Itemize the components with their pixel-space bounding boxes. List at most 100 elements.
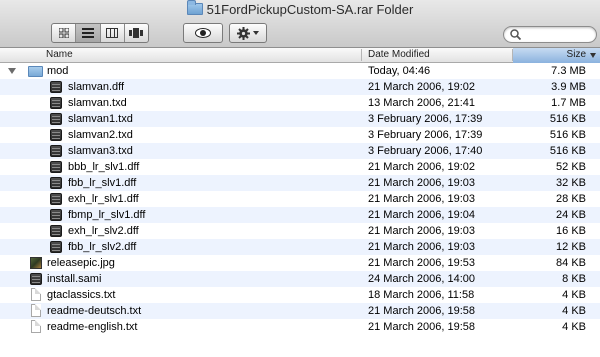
list-item[interactable]: slamvan3.txd 3 February 2006, 17:40 516 … bbox=[0, 143, 600, 159]
file-size: 4 KB bbox=[562, 305, 586, 317]
file-size: 1.7 MB bbox=[551, 97, 586, 109]
chevron-down-icon bbox=[253, 31, 259, 35]
column-view-icon bbox=[106, 28, 119, 38]
file-size: 4 KB bbox=[562, 321, 586, 333]
list-item[interactable]: readme-deutsch.txt 21 March 2006, 19:58 … bbox=[0, 303, 600, 319]
file-size: 12 KB bbox=[556, 241, 586, 253]
column-divider[interactable] bbox=[361, 49, 362, 61]
binary-file-icon bbox=[50, 161, 62, 173]
file-date: 21 March 2006, 19:03 bbox=[368, 193, 476, 205]
list-item[interactable]: slamvan1.txd 3 February 2006, 17:39 516 … bbox=[0, 111, 600, 127]
file-date: 18 March 2006, 11:58 bbox=[368, 289, 475, 301]
action-menu-button[interactable] bbox=[229, 23, 267, 43]
file-name: slamvan2.txd bbox=[68, 129, 133, 141]
list-item[interactable]: bbb_lr_slv1.dff 21 March 2006, 19:02 52 … bbox=[0, 159, 600, 175]
file-name: fbb_lr_slv1.dff bbox=[68, 177, 137, 189]
quick-look-button[interactable] bbox=[183, 23, 223, 43]
file-name: install.sami bbox=[47, 273, 102, 285]
file-size: 3.9 MB bbox=[551, 81, 586, 93]
file-name: gtaclassics.txt bbox=[47, 289, 116, 301]
binary-file-icon bbox=[30, 273, 42, 285]
file-name: exh_lr_slv2.dff bbox=[68, 225, 139, 237]
binary-file-icon bbox=[50, 145, 62, 157]
list-item[interactable]: slamvan.dff 21 March 2006, 19:02 3.9 MB bbox=[0, 79, 600, 95]
binary-file-icon bbox=[50, 81, 62, 93]
file-name: readme-english.txt bbox=[47, 321, 138, 333]
coverflow-view-icon bbox=[129, 28, 144, 38]
icon-view-button[interactable] bbox=[52, 24, 77, 42]
text-file-icon bbox=[31, 304, 41, 317]
column-header-name[interactable]: Name bbox=[46, 48, 73, 62]
file-name: mod bbox=[47, 65, 69, 77]
list-item[interactable]: fbb_lr_slv1.dff 21 March 2006, 19:03 32 … bbox=[0, 175, 600, 191]
file-date: 21 March 2006, 19:03 bbox=[368, 177, 476, 189]
file-size: 16 KB bbox=[556, 225, 586, 237]
file-name: slamvan.dff bbox=[68, 81, 125, 93]
file-date: Today, 04:46 bbox=[368, 65, 431, 77]
column-header-size-label: Size bbox=[566, 49, 586, 60]
list-item[interactable]: fbmp_lr_slv1.dff 21 March 2006, 19:04 24… bbox=[0, 207, 600, 223]
file-date: 21 March 2006, 19:02 bbox=[368, 161, 476, 173]
binary-file-icon bbox=[50, 177, 62, 189]
file-size: 24 KB bbox=[556, 209, 586, 221]
disclosure-triangle-icon[interactable] bbox=[8, 68, 16, 74]
file-size: 4 KB bbox=[562, 289, 586, 301]
folder-icon bbox=[28, 66, 43, 77]
file-date: 21 March 2006, 19:03 bbox=[368, 241, 476, 253]
icon-view-icon bbox=[58, 28, 69, 38]
column-header-size[interactable]: Size bbox=[513, 48, 600, 63]
file-name: slamvan1.txd bbox=[68, 113, 133, 125]
image-file-icon bbox=[30, 257, 42, 269]
search-field[interactable] bbox=[503, 26, 597, 43]
binary-file-icon bbox=[50, 209, 62, 221]
file-date: 3 February 2006, 17:40 bbox=[368, 145, 483, 157]
file-date: 3 February 2006, 17:39 bbox=[368, 113, 483, 125]
file-size: 8 KB bbox=[562, 273, 586, 285]
file-name: exh_lr_slv1.dff bbox=[68, 193, 139, 205]
file-size: 516 KB bbox=[549, 113, 586, 125]
window-title-bar: 51FordPickupCustom-SA.rar Folder bbox=[0, 0, 600, 17]
gear-icon bbox=[237, 26, 250, 40]
list-item[interactable]: exh_lr_slv1.dff 21 March 2006, 19:03 28 … bbox=[0, 191, 600, 207]
file-date: 13 March 2006, 21:41 bbox=[368, 97, 476, 109]
list-item[interactable]: fbb_lr_slv2.dff 21 March 2006, 19:03 12 … bbox=[0, 239, 600, 255]
file-date: 21 March 2006, 19:04 bbox=[368, 209, 476, 221]
text-file-icon bbox=[31, 288, 41, 301]
column-view-button[interactable] bbox=[101, 24, 125, 42]
list-item[interactable]: readme-english.txt 21 March 2006, 19:58 … bbox=[0, 319, 600, 335]
list-item[interactable]: releasepic.jpg 21 March 2006, 19:53 84 K… bbox=[0, 255, 600, 271]
file-size: 28 KB bbox=[556, 193, 586, 205]
file-date: 21 March 2006, 19:02 bbox=[368, 81, 476, 93]
binary-file-icon bbox=[50, 129, 62, 141]
column-header-bar: Name Date Modified Size bbox=[0, 48, 600, 63]
eye-icon bbox=[195, 28, 211, 38]
list-item[interactable]: slamvan2.txd 3 February 2006, 17:39 516 … bbox=[0, 127, 600, 143]
file-name: bbb_lr_slv1.dff bbox=[68, 161, 140, 173]
window-title: 51FordPickupCustom-SA.rar Folder bbox=[206, 1, 414, 17]
list-item[interactable]: gtaclassics.txt 18 March 2006, 11:58 4 K… bbox=[0, 287, 600, 303]
file-size: 7.3 MB bbox=[551, 65, 586, 77]
list-view-button[interactable] bbox=[76, 24, 101, 42]
list-item[interactable]: install.sami 24 March 2006, 14:00 8 KB bbox=[0, 271, 600, 287]
folder-icon bbox=[186, 0, 203, 15]
file-name: slamvan3.txd bbox=[68, 145, 133, 157]
binary-file-icon bbox=[50, 113, 62, 125]
file-date: 21 March 2006, 19:53 bbox=[368, 257, 476, 269]
file-size: 516 KB bbox=[549, 129, 586, 141]
list-item[interactable]: slamvan.txd 13 March 2006, 21:41 1.7 MB bbox=[0, 95, 600, 111]
window-toolbar: 51FordPickupCustom-SA.rar Folder bbox=[0, 0, 600, 48]
binary-file-icon bbox=[50, 193, 62, 205]
text-file-icon bbox=[31, 320, 41, 333]
file-name: slamvan.txd bbox=[68, 97, 127, 109]
list-item[interactable]: exh_lr_slv2.dff 21 March 2006, 19:03 16 … bbox=[0, 223, 600, 239]
binary-file-icon bbox=[50, 225, 62, 237]
coverflow-view-button[interactable] bbox=[125, 24, 148, 42]
file-size: 516 KB bbox=[549, 145, 586, 157]
file-size: 52 KB bbox=[556, 161, 586, 173]
column-header-date-modified[interactable]: Date Modified bbox=[368, 48, 430, 62]
list-item[interactable]: mod Today, 04:46 7.3 MB bbox=[0, 63, 600, 79]
file-name: releasepic.jpg bbox=[47, 257, 115, 269]
file-size: 84 KB bbox=[556, 257, 586, 269]
file-size: 32 KB bbox=[556, 177, 586, 189]
list-view-icon bbox=[81, 28, 94, 38]
